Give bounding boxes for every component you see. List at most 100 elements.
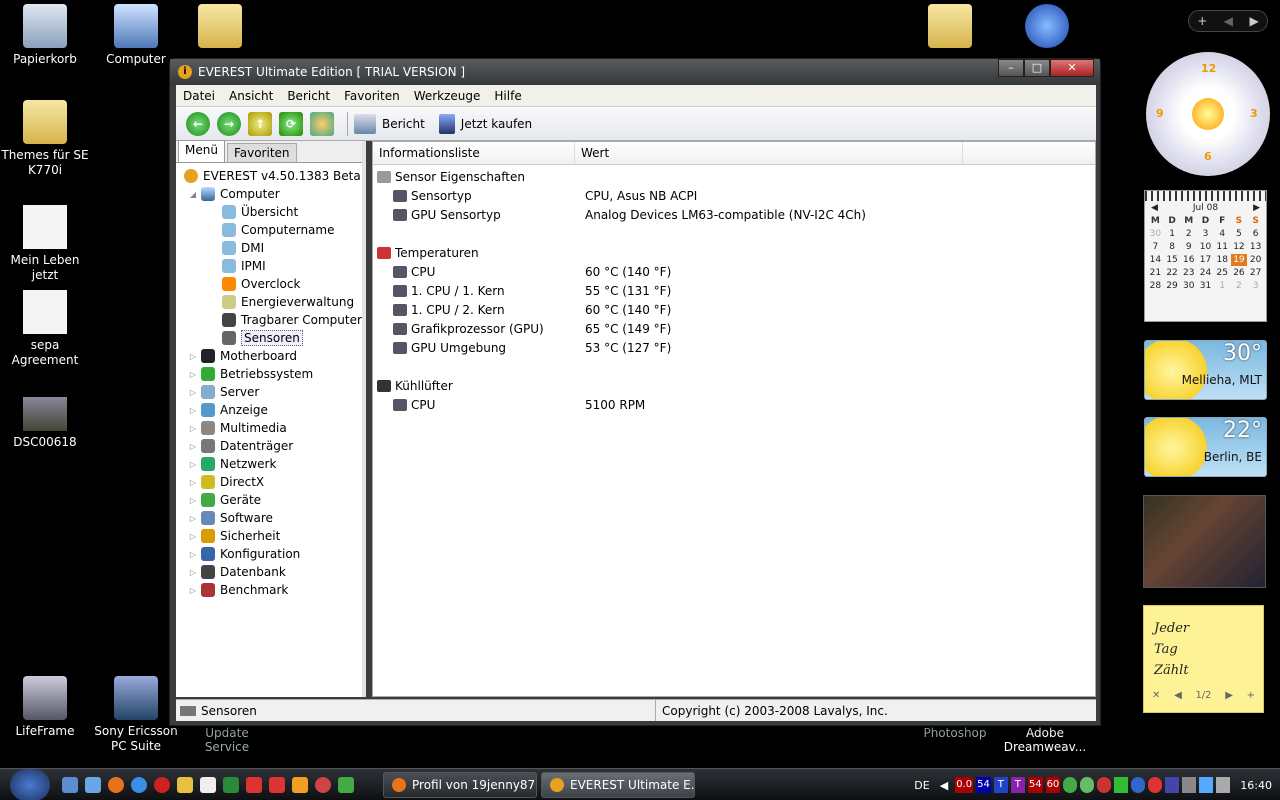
note-close-icon[interactable]: ✕ [1152, 685, 1160, 706]
tree-item-energieverwaltung[interactable]: Energieverwaltung [176, 293, 362, 311]
calendar-day[interactable]: 3 [1197, 228, 1214, 240]
messenger-icon[interactable] [338, 776, 354, 793]
show-desktop-icon[interactable] [62, 776, 78, 793]
tree-item-directx[interactable]: ▷ DirectX [176, 473, 362, 491]
weather-gadget-mellieha[interactable]: 30° Mellieha, MLT [1144, 340, 1267, 400]
expand-icon[interactable]: ▷ [188, 514, 198, 523]
language-indicator[interactable]: DE [914, 779, 929, 792]
menu-datei[interactable]: Datei [176, 89, 222, 103]
tree-item--bersicht[interactable]: Übersicht [176, 203, 362, 221]
list-item[interactable]: CPU 5100 RPM [377, 395, 1095, 414]
desktop-icon-folder-right[interactable] [905, 4, 995, 52]
calendar-day[interactable]: 31 [1197, 280, 1214, 292]
desktop-icon-themes[interactable]: Themes für SE K770i [0, 100, 90, 178]
buy-now-button[interactable]: Jetzt kaufen [438, 113, 532, 134]
tray-icon-e[interactable] [1131, 777, 1146, 793]
expand-icon[interactable]: ▷ [188, 586, 198, 595]
back-button[interactable]: ← [186, 111, 210, 136]
tree-item-computername[interactable]: Computername [176, 221, 362, 239]
expand-icon[interactable]: ▷ [188, 388, 198, 397]
desktop-icon-pc-suite[interactable]: Sony Ericsson PC Suite [91, 676, 181, 754]
opera-icon[interactable] [154, 776, 170, 793]
tree-item-dmi[interactable]: DMI [176, 239, 362, 257]
expand-icon[interactable]: ▷ [188, 352, 198, 361]
calendar-day[interactable]: 3 [1247, 280, 1264, 292]
tray-icon-h[interactable] [1182, 777, 1197, 793]
column-header-value[interactable]: Wert [575, 142, 963, 164]
note-next-icon[interactable]: ▶ [1225, 685, 1233, 706]
tab-menu[interactable]: Menü [178, 140, 225, 162]
calendar-gadget[interactable]: ◀ Jul 08 ▶ M D M D F S S 30 1 2 3 4 5 6 7 8 9 10 11 12 13 14 1… [1144, 190, 1267, 322]
photoshop-label[interactable]: Photoshop [910, 726, 1000, 740]
tray-icon-f[interactable] [1148, 777, 1163, 793]
tree-item-konfiguration[interactable]: ▷ Konfiguration [176, 545, 362, 563]
tray-t-blue[interactable]: T [993, 777, 1008, 793]
switch-windows-icon[interactable] [85, 776, 101, 793]
excel-icon[interactable] [223, 776, 239, 793]
window-titlebar[interactable]: i EVEREST Ultimate Edition [ TRIAL VERSI… [170, 59, 1100, 85]
expand-icon[interactable]: ▷ [188, 532, 198, 541]
expand-icon[interactable]: ▷ [188, 460, 198, 469]
tray-t-purple[interactable]: T [1010, 777, 1025, 793]
expand-icon[interactable]: ▷ [188, 406, 198, 415]
tray-icon-b[interactable] [1080, 777, 1095, 793]
column-header-field[interactable]: Informationsliste [373, 142, 575, 164]
tray-temp-2[interactable]: 54 [1027, 777, 1043, 793]
report-button[interactable]: Bericht [354, 113, 425, 134]
task-profil[interactable]: Profil von 19jenny87... [383, 771, 537, 798]
calendar-next-icon[interactable]: ▶ [1253, 203, 1260, 213]
menu-bericht[interactable]: Bericht [280, 89, 337, 103]
tray-icon-c[interactable] [1097, 777, 1112, 793]
calendar-day[interactable]: 30 [1147, 228, 1164, 240]
expand-icon[interactable]: ▷ [188, 568, 198, 577]
volume-icon[interactable] [1216, 777, 1231, 793]
calendar-day[interactable]: 2 [1231, 280, 1248, 292]
tree-item-datentr-ger[interactable]: ▷ Datenträger [176, 437, 362, 455]
tree-item-benchmark[interactable]: ▷ Benchmark [176, 581, 362, 599]
calendar-day[interactable]: 17 [1197, 254, 1214, 266]
tree-item-computer[interactable]: ◢ Computer [176, 185, 362, 203]
calendar-day[interactable]: 27 [1247, 267, 1264, 279]
word-icon[interactable] [200, 776, 216, 793]
forward-button[interactable]: → [217, 111, 241, 136]
update-service-label[interactable]: Update Service [182, 726, 272, 754]
tree-item-datenbank[interactable]: ▷ Datenbank [176, 563, 362, 581]
tree-item-ger-te[interactable]: ▷ Geräte [176, 491, 362, 509]
calendar-day[interactable]: 21 [1147, 267, 1164, 279]
tree-item-anzeige[interactable]: ▷ Anzeige [176, 401, 362, 419]
tree-item-motherboard[interactable]: ▷ Motherboard [176, 347, 362, 365]
desktop-icon-dsc00618[interactable]: DSC00618 [0, 397, 90, 450]
calendar-day[interactable]: 12 [1231, 241, 1248, 253]
app-icon[interactable] [269, 776, 285, 793]
calendar-day[interactable]: 2 [1180, 228, 1197, 240]
tree-item-sicherheit[interactable]: ▷ Sicherheit [176, 527, 362, 545]
tree-item-server[interactable]: ▷ Server [176, 383, 362, 401]
up-button[interactable]: ↑ [248, 111, 272, 136]
desktop-icon-sepa[interactable]: sepa Agreement [0, 290, 90, 368]
tree-item-multimedia[interactable]: ▷ Multimedia [176, 419, 362, 437]
list-item[interactable]: CPU 60 °C (140 °F) [377, 262, 1095, 281]
calendar-day[interactable]: 5 [1231, 228, 1248, 240]
expand-icon[interactable]: ▷ [188, 478, 198, 487]
task-everest[interactable]: EVEREST Ultimate E... [541, 771, 695, 798]
network-icon[interactable] [1199, 777, 1214, 793]
menu-werkzeuge[interactable]: Werkzeuge [407, 89, 488, 103]
next-icon[interactable]: ▶ [1250, 14, 1259, 28]
minimize-button[interactable]: – [998, 59, 1024, 77]
tray-cpu-usage[interactable]: 0.0 [955, 777, 974, 793]
desktop-icon-folder-top[interactable] [175, 4, 265, 52]
tab-favorites[interactable]: Favoriten [226, 143, 297, 162]
calendar-day[interactable]: 24 [1197, 267, 1214, 279]
tray-temp-1[interactable]: 54 [976, 777, 991, 793]
note-add-icon[interactable]: + [1247, 685, 1255, 706]
sidebar-controls[interactable]: + ◀ ▶ [1188, 10, 1268, 32]
add-gadget-icon[interactable]: + [1197, 14, 1207, 28]
calendar-day[interactable]: 8 [1164, 241, 1181, 253]
calendar-prev-icon[interactable]: ◀ [1151, 203, 1158, 213]
calendar-day[interactable]: 10 [1197, 241, 1214, 253]
tree-root[interactable]: EVEREST v4.50.1383 Beta [176, 167, 362, 185]
menu-hilfe[interactable]: Hilfe [487, 89, 528, 103]
calendar-day[interactable]: 26 [1231, 267, 1248, 279]
collapse-icon[interactable]: ◢ [188, 190, 198, 199]
calendar-day[interactable]: 23 [1180, 267, 1197, 279]
